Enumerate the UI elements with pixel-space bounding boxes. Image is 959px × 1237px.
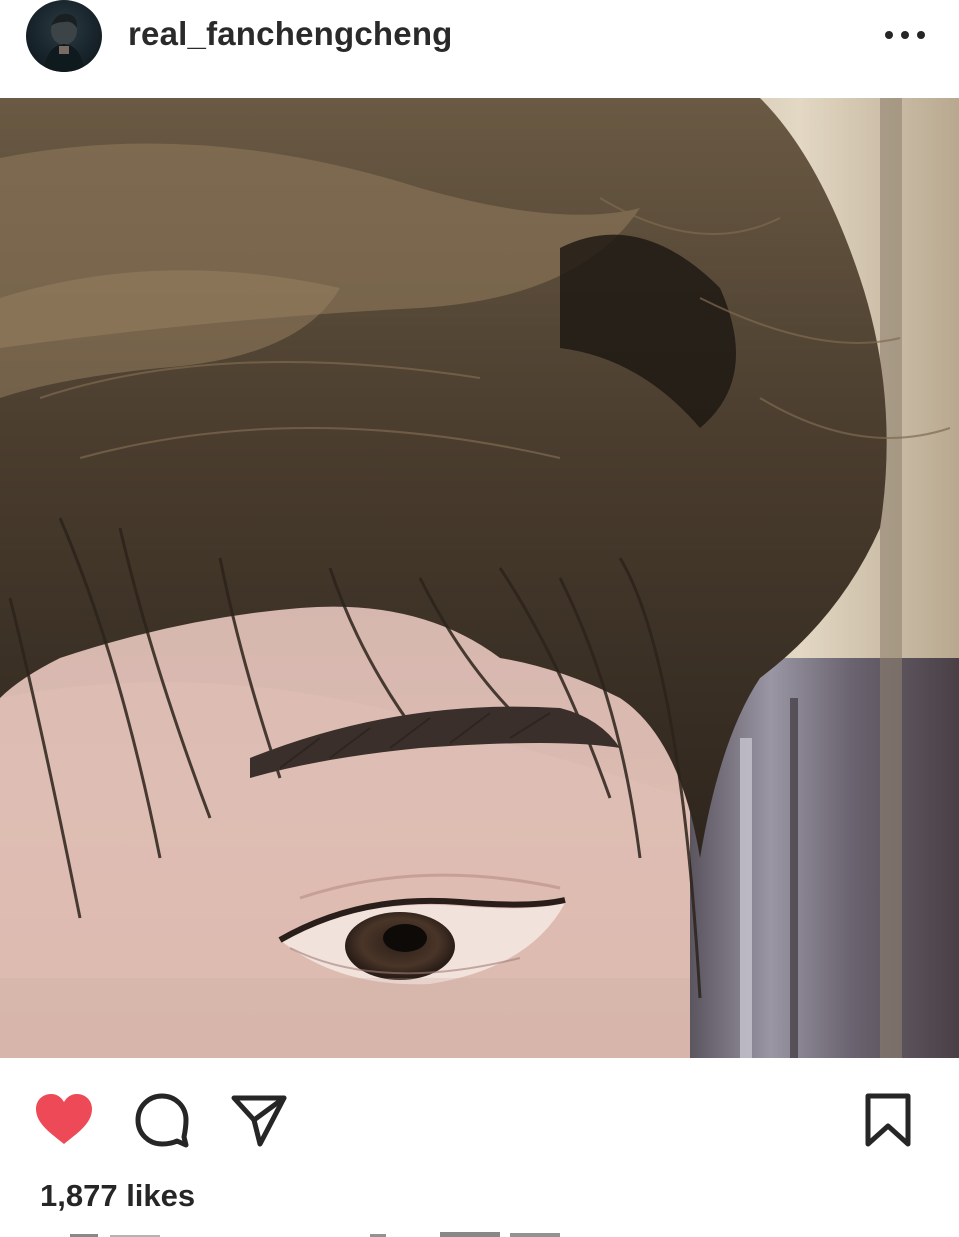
more-options-button[interactable]	[880, 18, 930, 52]
paper-plane-icon	[231, 1095, 287, 1147]
avatar-photo	[44, 13, 84, 72]
save-button[interactable]	[862, 1092, 914, 1148]
post-photo[interactable]	[0, 98, 959, 1058]
likes-count[interactable]: 1,877 likes	[40, 1176, 195, 1216]
action-bar	[0, 1058, 959, 1178]
post-header: real_fanchengcheng	[0, 0, 959, 98]
heart-filled-icon	[36, 1094, 92, 1144]
comment-button[interactable]	[134, 1092, 190, 1148]
bookmark-icon	[865, 1093, 911, 1147]
avatar[interactable]	[26, 0, 102, 72]
caption-partial	[40, 1226, 600, 1237]
cropped-caption-text	[70, 1232, 560, 1237]
like-button[interactable]	[34, 1092, 94, 1146]
more-options-icon	[885, 31, 925, 39]
comment-bubble-icon	[135, 1093, 189, 1148]
username[interactable]: real_fanchengcheng	[128, 12, 453, 56]
share-button[interactable]	[230, 1092, 288, 1148]
photo-image	[0, 98, 959, 1058]
